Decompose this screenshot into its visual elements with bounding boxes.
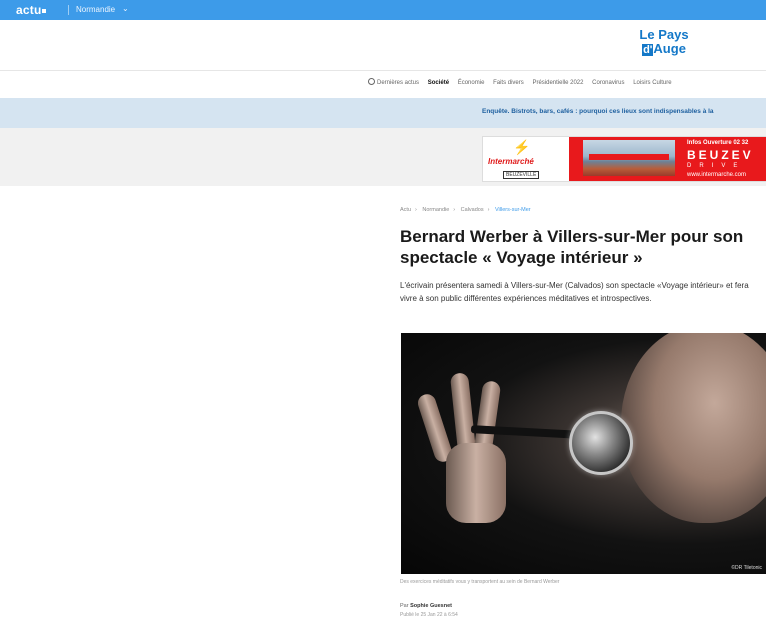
topbar-divider xyxy=(68,5,69,15)
nav-item-economie[interactable]: Économie xyxy=(458,80,485,86)
ad-brand-block: ⚡ Intermarché BEUZEVILLE xyxy=(483,137,569,181)
ad-drive: DRIVE xyxy=(687,163,746,169)
portrait-hand xyxy=(415,372,546,523)
ad-town: BEUZEV xyxy=(687,148,754,162)
top-bar: actu Normandie ⌄ xyxy=(0,0,766,20)
brand-line2: d'Auge xyxy=(642,41,686,56)
breaking-news-link[interactable]: Enquête. Bistrots, bars, cafés : pourquo… xyxy=(482,108,714,115)
article-photo[interactable]: ©DR Tiletonic xyxy=(401,333,766,574)
intermarche-logo-icon: ⚡ xyxy=(513,139,531,155)
magnifier-icon xyxy=(569,411,633,475)
byline: Par Sophie Guesnet xyxy=(400,603,452,609)
nav-item-latest[interactable]: Dernières actus xyxy=(368,78,419,86)
article-title: Bernard Werber à Villers-sur-Mer pour so… xyxy=(400,227,744,267)
portrait-head xyxy=(621,333,766,523)
site-logo[interactable]: actu xyxy=(16,3,47,17)
nav-item-faits-divers[interactable]: Faits divers xyxy=(493,80,524,86)
breadcrumb-item[interactable]: Actu xyxy=(400,207,411,213)
ad-town-small: BEUZEVILLE xyxy=(503,171,540,179)
main-nav: Dernières actus Société Économie Faits d… xyxy=(368,78,679,90)
article-lead: L'écrivain présentera samedi à Villers-s… xyxy=(400,281,749,303)
breadcrumb-item-current[interactable]: Villers-sur-Mer xyxy=(495,207,531,213)
nav-item-loisirs[interactable]: Loisirs Culture xyxy=(633,80,671,86)
nav-item-coronavirus[interactable]: Coronavirus xyxy=(592,80,624,86)
breadcrumb-item[interactable]: Calvados xyxy=(461,207,484,213)
chevron-down-icon[interactable]: ⌄ xyxy=(122,4,129,13)
brand-logo[interactable]: Le Pays d'Auge xyxy=(624,28,704,57)
ad-hours: Infos Ouverture 02 32 xyxy=(687,140,749,146)
nav-item-societe[interactable]: Société xyxy=(428,80,449,86)
ad-store-photo xyxy=(583,140,675,176)
region-selector[interactable]: Normandie xyxy=(76,5,115,14)
brand-line1: Le Pays xyxy=(639,27,689,42)
ad-web: www.intermarche.com xyxy=(687,172,747,178)
breaking-news-bar: Enquête. Bistrots, bars, cafés : pourquo… xyxy=(0,98,766,128)
photo-caption: Des exercices méditatifs vous y transpor… xyxy=(400,579,560,585)
breadcrumb-item[interactable]: Normandie xyxy=(422,207,449,213)
breadcrumb: Actu › Normandie › Calvados › Villers-sur-M… xyxy=(400,207,531,213)
author-link[interactable]: Sophie Guesnet xyxy=(410,603,452,609)
ad-banner[interactable]: ⚡ Intermarché BEUZEVILLE Infos Ouverture… xyxy=(482,136,766,182)
nav-item-presidentielle[interactable]: Présidentielle 2022 xyxy=(532,80,583,86)
photo-credit: ©DR Tiletonic xyxy=(731,565,762,571)
publish-date: Publié le 25 Jan 22 à 6:54 xyxy=(400,612,458,618)
clock-icon xyxy=(368,78,375,85)
ad-brand: Intermarché xyxy=(488,157,534,166)
divider xyxy=(0,70,766,71)
